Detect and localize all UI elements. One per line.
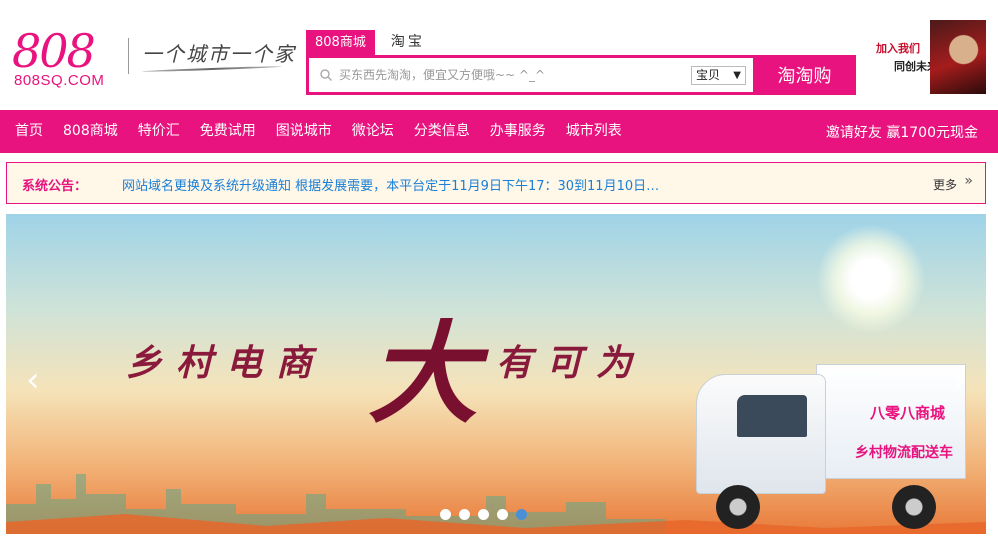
carousel-dot[interactable] [440,509,451,520]
notice-link[interactable]: 网站域名更换及系统升级通知 根据发展需要，本平台定于11月9日下午17：30到1… [122,175,659,194]
invite-friends-link[interactable]: 邀请好友 赢1700元现金 [826,122,998,142]
truck-label-service: 乡村物流配送车 [855,445,953,461]
main-nav: 首页 808商城 特价汇 免费试用 图说城市 微论坛 分类信息 办事服务 城市列… [0,110,998,153]
nav-item-services[interactable]: 办事服务 [480,110,556,153]
sun-graphic [816,224,926,334]
chevron-left-icon[interactable]: ‹ [26,360,40,400]
banner-carousel[interactable]: 乡村电商 大 有可为 八零八商城 乡村物流配送车 ‹ › [6,214,986,534]
tab-808mall[interactable]: 808商城 [306,30,375,55]
carousel-dot[interactable] [459,509,470,520]
logo-divider [128,38,129,74]
promo-image [930,20,986,94]
site-logo[interactable]: 808 808SQ.COM [12,28,122,90]
double-chevron-right-icon[interactable]: » [964,173,973,189]
header: 808 808SQ.COM 一个城市一个家 808商城 淘宝 宝贝 ▼ 淘淘购 … [0,0,998,110]
banner-headline-big: 大 [368,309,478,438]
logo-domain: 808SQ.COM [14,72,105,89]
chevron-right-icon[interactable]: › [952,360,966,400]
banner-headline-right: 有可为 [496,342,647,384]
search-box: 宝贝 ▼ 淘淘购 [306,55,856,95]
delivery-truck-graphic: 八零八商城 乡村物流配送车 [676,364,966,529]
carousel-dot[interactable] [497,509,508,520]
nav-item-forum[interactable]: 微论坛 [342,110,404,153]
nav-item-free-trial[interactable]: 免费试用 [190,110,266,153]
nav-item-city-list[interactable]: 城市列表 [556,110,632,153]
nav-item-deals[interactable]: 特价汇 [128,110,190,153]
truck-window [737,395,807,437]
nav-item-home[interactable]: 首页 [0,110,53,153]
truck-wheel-rear [892,485,936,529]
search-scope-select[interactable]: 宝贝 ▼ [691,66,746,85]
carousel-dot-active[interactable] [516,509,527,520]
search-icon [320,69,332,81]
search-button[interactable]: 淘淘购 [753,55,856,95]
nav-item-city-photos[interactable]: 图说城市 [266,110,342,153]
truck-label-brand: 八零八商城 [869,404,945,422]
logo-number: 808 [12,24,96,78]
notice-label: 系统公告： [22,179,88,194]
site-slogan: 一个城市一个家 [142,42,296,66]
truck-wheel-front [716,485,760,529]
search-scope-value: 宝贝 [696,68,721,82]
banner-headline-left: 乡村电商 [126,342,327,384]
search-input[interactable] [339,64,689,86]
search-tabs: 808商城 淘宝 [306,30,434,55]
system-notice: 系统公告： 网站域名更换及系统升级通知 根据发展需要，本平台定于11月9日下午1… [6,162,986,204]
promo-ad[interactable]: 加入我们 同创未来 [872,20,988,96]
truck-cab [696,374,826,494]
carousel-dot[interactable] [478,509,489,520]
notice-more-link[interactable]: 更多 [933,176,957,193]
nav-item-classifieds[interactable]: 分类信息 [404,110,480,153]
promo-line1: 加入我们 [876,42,920,55]
nav-item-mall[interactable]: 808商城 [53,110,128,153]
chevron-down-icon: ▼ [733,70,741,81]
carousel-dots [440,509,527,520]
truck-cargo-box: 八零八商城 乡村物流配送车 [816,364,966,479]
tab-taobao[interactable]: 淘宝 [375,30,434,55]
